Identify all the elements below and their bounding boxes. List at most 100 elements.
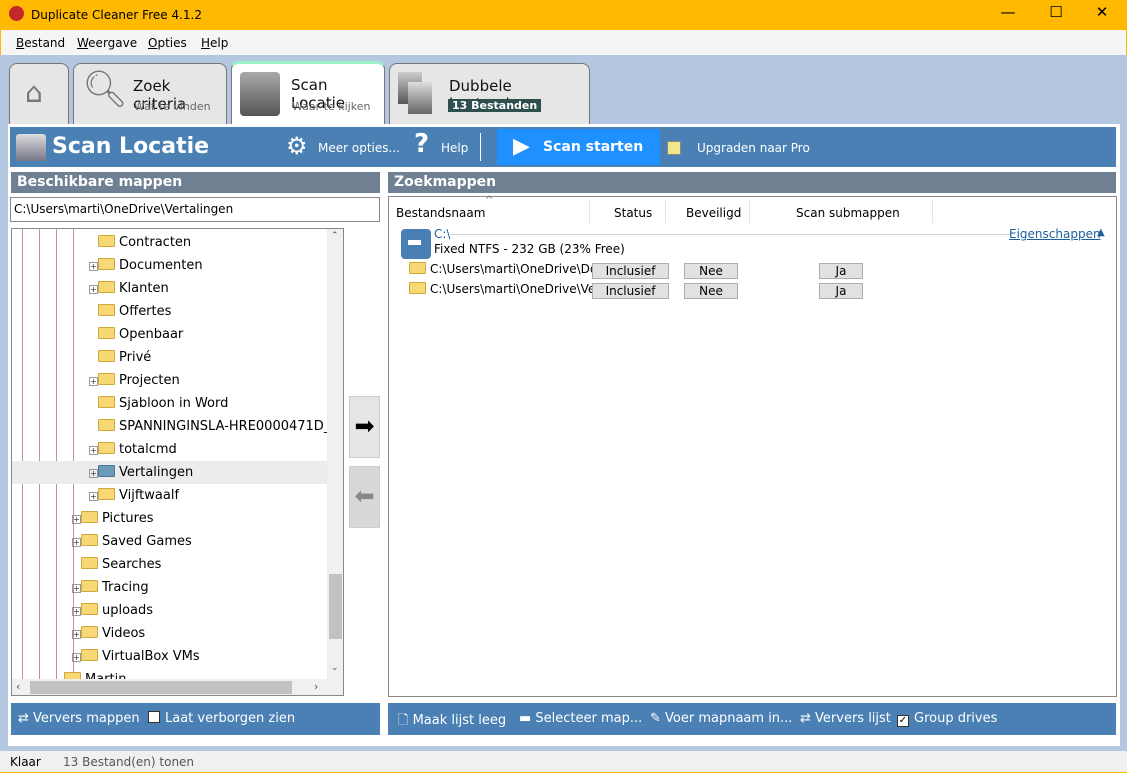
scroll-up-icon[interactable]: ⌃ bbox=[331, 231, 339, 241]
expand-icon[interactable]: + bbox=[72, 607, 81, 616]
enter-folder-label: Voer mapnaam in... bbox=[665, 711, 793, 726]
expand-icon[interactable]: + bbox=[72, 515, 81, 524]
folder-icon bbox=[64, 672, 81, 679]
menu-bar: Bestand Weergave Opties Help bbox=[0, 30, 1127, 55]
expand-icon[interactable]: + bbox=[72, 630, 81, 639]
divider bbox=[480, 133, 481, 161]
expand-icon[interactable]: + bbox=[89, 446, 98, 455]
menu-help[interactable]: Help bbox=[201, 36, 228, 50]
folder-icon bbox=[98, 350, 115, 362]
expand-icon[interactable]: + bbox=[72, 584, 81, 593]
column-header-protected[interactable]: Beveiligd bbox=[686, 206, 741, 220]
tree-item[interactable]: Offertes bbox=[89, 300, 171, 323]
column-header-status[interactable]: Status bbox=[614, 206, 652, 220]
files-count-badge: 13 Bestanden bbox=[448, 99, 542, 112]
help-button[interactable]: Help bbox=[441, 141, 468, 155]
tree-item[interactable]: SPANNINGINSLA-HRE0000471D_ bbox=[89, 415, 327, 438]
scrollbar-thumb[interactable] bbox=[30, 681, 292, 694]
tree-item[interactable]: + Vijftwaalf bbox=[89, 484, 179, 507]
folder-path: C:\Users\marti\OneDrive\Do... bbox=[430, 262, 609, 276]
tree-guide-line bbox=[22, 229, 23, 679]
remove-folder-arrow-button[interactable]: ⬅ bbox=[349, 466, 380, 528]
menu-bestand[interactable]: Bestand bbox=[16, 36, 65, 50]
refresh-folders-button[interactable]: ⇄ Ververs mappen bbox=[18, 711, 140, 726]
column-header-name[interactable]: Bestandsnaam bbox=[396, 206, 485, 220]
menu-opties[interactable]: Opties bbox=[148, 36, 187, 50]
tree-item[interactable]: + VirtualBox VMs bbox=[72, 645, 200, 668]
tree-item[interactable]: + Vertalingen bbox=[12, 461, 327, 484]
folder-row[interactable]: C:\Users\marti\OneDrive\Do... bbox=[409, 262, 608, 276]
tab-zoek-criteria[interactable]: 🔍︎ Zoek criteria Wat te vinden bbox=[73, 63, 227, 124]
tree-item[interactable]: + Projecten bbox=[89, 369, 180, 392]
tree-item-label: Saved Games bbox=[102, 534, 192, 549]
path-input[interactable]: C:\Users\marti\OneDrive\Vertalingen bbox=[10, 197, 380, 222]
enter-folder-button[interactable]: ✎ Voer mapnaam in... bbox=[650, 711, 792, 726]
folder-icon bbox=[98, 235, 115, 247]
tree-item[interactable]: Sjabloon in Word bbox=[89, 392, 228, 415]
protected-button[interactable]: Nee bbox=[684, 283, 738, 299]
group-drives-checkbox[interactable]: ✓ Group drives bbox=[897, 711, 997, 727]
show-hidden-label: Laat verborgen zien bbox=[165, 711, 296, 726]
add-folder-arrow-button[interactable]: ➡ bbox=[349, 396, 380, 458]
folder-tree[interactable]: Contracten + Documenten + Klanten Offertes Ope… bbox=[11, 228, 344, 696]
tree-item[interactable]: + uploads bbox=[72, 599, 153, 622]
close-button[interactable]: ✕ bbox=[1082, 3, 1122, 21]
unlock-icon bbox=[667, 141, 681, 155]
tree-item[interactable]: + Documenten bbox=[89, 254, 203, 277]
tree-item[interactable]: + Pictures bbox=[72, 507, 153, 530]
select-folder-button[interactable]: ▬ Selecteer map... bbox=[519, 711, 642, 726]
app-logo-icon bbox=[9, 6, 24, 21]
subfolders-button[interactable]: Ja bbox=[819, 283, 863, 299]
scrollbar-thumb[interactable] bbox=[329, 574, 342, 639]
more-options-button[interactable]: Meer opties... bbox=[318, 141, 400, 155]
tab-home[interactable]: ⌂ bbox=[9, 63, 69, 124]
tree-item[interactable]: Openbaar bbox=[89, 323, 183, 346]
tree-item[interactable]: + Tracing bbox=[72, 576, 149, 599]
upgrade-button[interactable]: Upgraden naar Pro bbox=[697, 141, 810, 155]
folder-icon bbox=[98, 488, 115, 500]
collapse-icon[interactable]: ▲ bbox=[1097, 227, 1105, 238]
tree-item[interactable]: + Saved Games bbox=[72, 530, 192, 553]
vertical-scrollbar[interactable]: ⌃ ⌄ bbox=[327, 229, 343, 679]
tree-item[interactable]: + Videos bbox=[72, 622, 145, 645]
tree-item-label: Vertalingen bbox=[119, 465, 194, 480]
menu-weergave[interactable]: Weergave bbox=[77, 36, 137, 50]
expand-icon[interactable]: + bbox=[89, 377, 98, 386]
expand-icon[interactable]: + bbox=[89, 285, 98, 294]
tree-item[interactable]: + Klanten bbox=[89, 277, 169, 300]
tab-dubbele-bestanden[interactable]: Dubbele bestanden 13 Bestanden bbox=[389, 63, 590, 124]
subfolders-button[interactable]: Ja bbox=[819, 263, 863, 279]
column-header-subfolders[interactable]: Scan submappen bbox=[796, 206, 900, 220]
status-button[interactable]: Inclusief bbox=[592, 283, 669, 299]
folder-row[interactable]: C:\Users\marti\OneDrive\Ve... bbox=[409, 282, 607, 296]
properties-link[interactable]: Eigenschappen bbox=[1009, 227, 1101, 241]
tree-item[interactable]: Searches bbox=[72, 553, 161, 576]
checkbox-unchecked[interactable] bbox=[148, 711, 160, 723]
horizontal-scrollbar[interactable]: ‹ › bbox=[12, 679, 343, 695]
gear-icon: ⚙ bbox=[286, 132, 308, 160]
show-hidden-checkbox[interactable]: Laat verborgen zien bbox=[148, 711, 295, 726]
expand-icon[interactable]: + bbox=[72, 538, 81, 547]
expand-icon[interactable]: + bbox=[72, 653, 81, 662]
tree-item[interactable]: Martin bbox=[55, 668, 126, 679]
clear-list-button[interactable]: 🗋 Maak lijst leeg bbox=[398, 711, 506, 733]
status-button[interactable]: Inclusief bbox=[592, 263, 669, 279]
tree-item[interactable]: + totalcmd bbox=[89, 438, 177, 461]
tab-scan-locatie[interactable]: Scan Locatie Waar te kijken bbox=[231, 61, 385, 124]
minimize-button[interactable]: — bbox=[988, 3, 1028, 21]
expand-icon[interactable]: + bbox=[89, 262, 98, 271]
expand-icon[interactable]: + bbox=[89, 492, 98, 501]
tree-item[interactable]: Privé bbox=[89, 346, 151, 369]
checkbox-checked[interactable]: ✓ bbox=[897, 715, 909, 727]
scroll-down-icon[interactable]: ⌄ bbox=[331, 663, 339, 673]
folder-icon bbox=[98, 327, 115, 339]
scroll-left-icon[interactable]: ‹ bbox=[16, 680, 20, 693]
tree-item[interactable]: Contracten bbox=[89, 231, 191, 254]
expand-icon[interactable]: + bbox=[89, 469, 98, 478]
protected-button[interactable]: Nee bbox=[684, 263, 738, 279]
refresh-list-button[interactable]: ⇄ Ververs lijst bbox=[800, 711, 891, 726]
scan-start-button[interactable]: ▶ Scan starten bbox=[497, 129, 660, 165]
maximize-button[interactable]: ☐ bbox=[1036, 3, 1076, 21]
scroll-right-icon[interactable]: › bbox=[314, 680, 318, 693]
group-divider bbox=[451, 234, 1011, 235]
